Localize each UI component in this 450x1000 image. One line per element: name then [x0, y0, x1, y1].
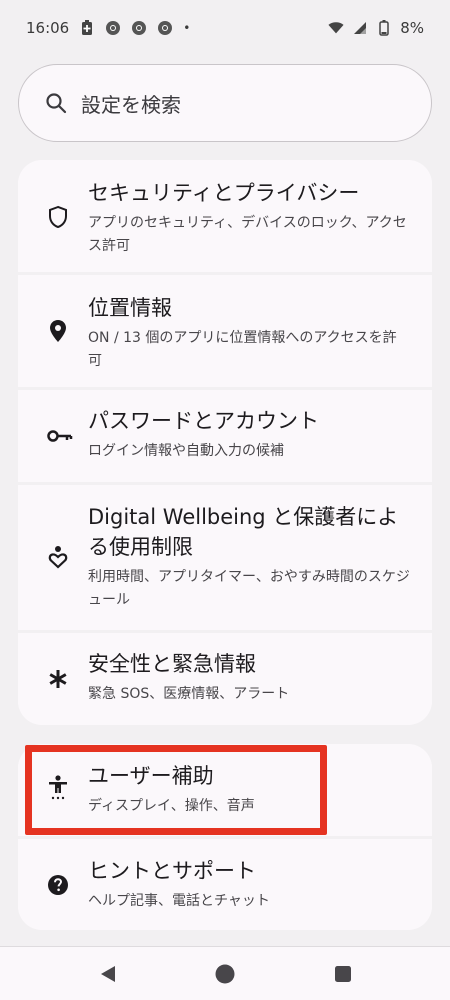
recents-icon[interactable]	[330, 961, 356, 987]
settings-card-group-1: セキュリティとプライバシー アプリのセキュリティ、デバイスのロック、アクセス許可…	[18, 160, 432, 725]
help-circle-icon	[46, 873, 70, 897]
status-time: 16:06	[26, 19, 70, 37]
settings-item-safety-emergency[interactable]: 安全性と緊急情報 緊急 SOS、医療情報、アラート	[18, 633, 432, 725]
search-input[interactable]: 設定を検索	[18, 64, 432, 142]
settings-item-title: ユーザー補助	[88, 764, 214, 788]
settings-item-title: 位置情報	[88, 296, 172, 320]
settings-item-subtitle: 利用時間、アプリタイマー、おやすみ時間のスケジュール	[88, 569, 410, 608]
settings-item-subtitle: ディスプレイ、操作、音声	[88, 798, 255, 814]
settings-item-title: Digital Wellbeing と保護者による使用制限	[88, 505, 399, 559]
settings-item-subtitle: アプリのセキュリティ、デバイスのロック、アクセス許可	[88, 215, 407, 254]
settings-item-title: パスワードとアカウント	[88, 409, 319, 433]
settings-item-location[interactable]: 位置情報 ON / 13 個のアプリに位置情報へのアクセスを許可	[18, 275, 432, 387]
chrome-icon	[157, 20, 173, 36]
settings-item-tips-support[interactable]: ヒントとサポート ヘルプ記事、電話とチャット	[18, 839, 432, 930]
chrome-icon	[105, 20, 121, 36]
settings-item-subtitle: 緊急 SOS、医療情報、アラート	[88, 686, 290, 702]
settings-item-passwords[interactable]: パスワードとアカウント ログイン情報や自動入力の候補	[18, 390, 432, 482]
settings-item-subtitle: ヘルプ記事、電話とチャット	[88, 893, 270, 909]
wellbeing-heart-icon	[46, 545, 70, 569]
battery-percent: 8%	[400, 19, 424, 37]
location-pin-icon	[46, 319, 70, 343]
settings-card-group-2: ユーザー補助 ディスプレイ、操作、音声 ヒントとサポート ヘルプ記事、電話とチャ…	[18, 744, 432, 930]
navigation-bar	[0, 946, 450, 1000]
accessibility-icon	[46, 775, 70, 800]
search-icon	[45, 92, 67, 114]
settings-item-title: セキュリティとプライバシー	[88, 181, 360, 205]
home-icon[interactable]	[212, 961, 238, 987]
notification-dot: •	[183, 21, 191, 35]
settings-item-digital-wellbeing[interactable]: Digital Wellbeing と保護者による使用制限 利用時間、アプリタイ…	[18, 485, 432, 630]
battery-saver-icon	[79, 20, 95, 36]
back-icon[interactable]	[95, 961, 121, 987]
settings-item-accessibility[interactable]: ユーザー補助 ディスプレイ、操作、音声	[18, 744, 432, 836]
settings-item-title: 安全性と緊急情報	[88, 652, 256, 676]
settings-item-title: ヒントとサポート	[88, 859, 256, 883]
key-icon	[46, 424, 74, 448]
settings-item-security[interactable]: セキュリティとプライバシー アプリのセキュリティ、デバイスのロック、アクセス許可	[18, 160, 432, 272]
battery-icon	[376, 20, 392, 36]
wifi-icon	[328, 20, 344, 36]
asterisk-icon	[46, 667, 70, 691]
cellular-signal-icon	[352, 20, 368, 36]
settings-item-subtitle: ログイン情報や自動入力の候補	[88, 443, 284, 459]
search-placeholder: 設定を検索	[81, 92, 181, 117]
settings-item-subtitle: ON / 13 個のアプリに位置情報へのアクセスを許可	[88, 330, 397, 369]
chrome-icon	[131, 20, 147, 36]
shield-icon	[46, 205, 70, 229]
status-bar: 16:06 • 8%	[0, 0, 450, 56]
